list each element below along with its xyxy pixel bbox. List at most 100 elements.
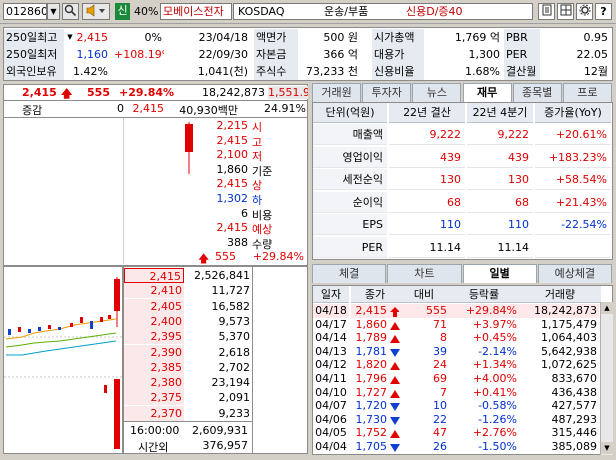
fin-cell: PER: [313, 236, 387, 258]
minichart-area: [3, 266, 123, 454]
orderbook-qty: 23,194: [211, 376, 251, 390]
info-v4-2: 73,233 천: [305, 65, 358, 78]
summary-value: 1,302: [216, 192, 249, 205]
daily-change: 24: [433, 358, 447, 372]
orderbook-price[interactable]: 2,370: [124, 405, 184, 421]
orderbook-price[interactable]: 2,390: [124, 344, 184, 360]
summary-key: 저: [252, 150, 263, 164]
scroll-down-icon[interactable]: ▼: [601, 442, 613, 454]
info-dropdown-icon[interactable]: ▼: [66, 29, 74, 46]
daily-volume: 385,089: [551, 440, 598, 453]
intraday-candle: [185, 122, 193, 174]
orderbook-footer: 16:00:00 2,609,931 시간외 376,957: [124, 421, 252, 454]
info-v4-1: 366 억: [323, 48, 358, 61]
summary-key: 비용: [252, 208, 273, 222]
fin-cell: 영업이익: [313, 146, 387, 168]
daily-date: 04/07: [315, 399, 347, 413]
tab-top-0[interactable]: 거래원: [312, 83, 362, 102]
orderbook-price[interactable]: 2,410: [124, 283, 184, 299]
daily-rate: -1.50%: [478, 440, 517, 453]
orderbook-price[interactable]: 2,385: [124, 359, 184, 375]
daily-volume: 436,438: [551, 385, 598, 399]
fin-cell: EPS: [313, 214, 387, 235]
daily-header: 종가: [351, 286, 399, 303]
daily-scrollbar[interactable]: ▲ ▼: [600, 302, 613, 455]
daily-change: 8: [440, 331, 447, 345]
daily-volume: 1,064,403: [541, 331, 597, 345]
orderbook-price[interactable]: 2,415: [124, 268, 184, 283]
scroll-up-icon[interactable]: ▲: [601, 302, 613, 314]
tab-top-3[interactable]: 재무: [462, 83, 512, 102]
fin-cell: 110: [389, 214, 465, 235]
fin-cell: -22.54%: [535, 214, 611, 235]
fin-cell: +183.23%: [535, 147, 611, 168]
orderbook-price[interactable]: 2,400: [124, 313, 184, 329]
search-icon[interactable]: [62, 3, 79, 20]
info-v1-2: 1.42%: [73, 65, 108, 78]
price-repeat: 2,415: [132, 102, 165, 115]
tab-bottom-3[interactable]: 예상체결: [537, 264, 612, 283]
settings-icon[interactable]: [576, 3, 593, 20]
summary-key: 시: [252, 121, 263, 134]
fin-header: 22년 결산: [389, 103, 465, 123]
sector-label: 운송/부품: [324, 5, 369, 18]
orderbook-qty: 2,091: [218, 391, 251, 405]
daily-change: 69: [433, 372, 447, 385]
stock-code-input[interactable]: 012860: [3, 3, 47, 20]
tab-bottom-0[interactable]: 체결: [312, 264, 387, 283]
orderbook-price[interactable]: 2,380: [124, 375, 184, 391]
daily-volume: 18,242,873: [519, 304, 599, 318]
daily-date: 04/17: [315, 317, 347, 331]
orderbook-right-empty: [253, 266, 308, 454]
summary-key: 하: [252, 194, 263, 207]
tab-top-1[interactable]: 투자자: [362, 83, 412, 102]
summary-key: 고: [252, 135, 263, 149]
after-hours-label: 시간외: [138, 441, 169, 454]
volume-ratio: 1,551.9: [268, 86, 308, 99]
daily-date: 04/12: [315, 358, 347, 372]
daily-header: 일자: [313, 286, 349, 303]
current-price: 2,415: [22, 86, 57, 99]
daily-date: 04/11: [315, 372, 347, 385]
summary-key: 수량: [252, 237, 273, 251]
fin-header: 증가율(YoY): [535, 103, 611, 123]
dropdown-arrow-icon[interactable]: ▼: [47, 3, 60, 20]
daily-date: 04/05: [315, 426, 347, 440]
daily-date: 04/14: [315, 331, 347, 345]
orderbook-qty: 11,727: [211, 284, 251, 298]
info-v5-1: 1,300: [468, 48, 501, 61]
help-icon[interactable]: ?: [595, 3, 612, 20]
orderbook-price[interactable]: 2,395: [124, 329, 184, 345]
left-empty-area: [4, 118, 124, 264]
fin-cell: 매출액: [313, 124, 387, 145]
daily-date: 04/18: [313, 304, 349, 318]
summary-value: 2,215: [216, 119, 249, 132]
info-l4-1: PER: [504, 46, 540, 63]
sound-icon[interactable]: [82, 3, 110, 20]
notepad-icon[interactable]: [538, 3, 555, 20]
info-l3-0: 시가총액: [372, 29, 424, 46]
daily-rate: -0.58%: [478, 399, 517, 413]
tab-top-2[interactable]: 뉴스: [412, 83, 462, 102]
daily-volume: 487,293: [551, 412, 598, 426]
daily-change: 22: [433, 412, 447, 426]
info-v3-1: 22/09/30: [198, 48, 248, 61]
summary-rate: +29.84%: [252, 250, 304, 264]
fin-cell: 순이익: [313, 191, 387, 213]
orderbook-price[interactable]: 2,375: [124, 390, 184, 406]
daily-volume: 427,577: [551, 399, 598, 413]
daily-rate: +3.97%: [472, 317, 517, 331]
grid-icon[interactable]: [557, 3, 574, 20]
orderbook-qty: 9,573: [218, 314, 251, 328]
summary-key: 상: [252, 179, 263, 193]
tab-top-4[interactable]: 종목별: [512, 83, 562, 102]
tab-bottom-1[interactable]: 차트: [387, 264, 462, 283]
fin-cell: [535, 237, 611, 258]
tab-top-5[interactable]: 프로: [562, 83, 612, 102]
daily-rate: +1.34%: [472, 358, 517, 372]
fin-cell: 68: [389, 192, 465, 213]
orderbook-price[interactable]: 2,405: [124, 298, 184, 314]
info-l4-2: 결산월: [504, 63, 540, 80]
tab-bottom-2[interactable]: 일별: [462, 264, 537, 283]
summary-key: 예상: [252, 223, 273, 237]
